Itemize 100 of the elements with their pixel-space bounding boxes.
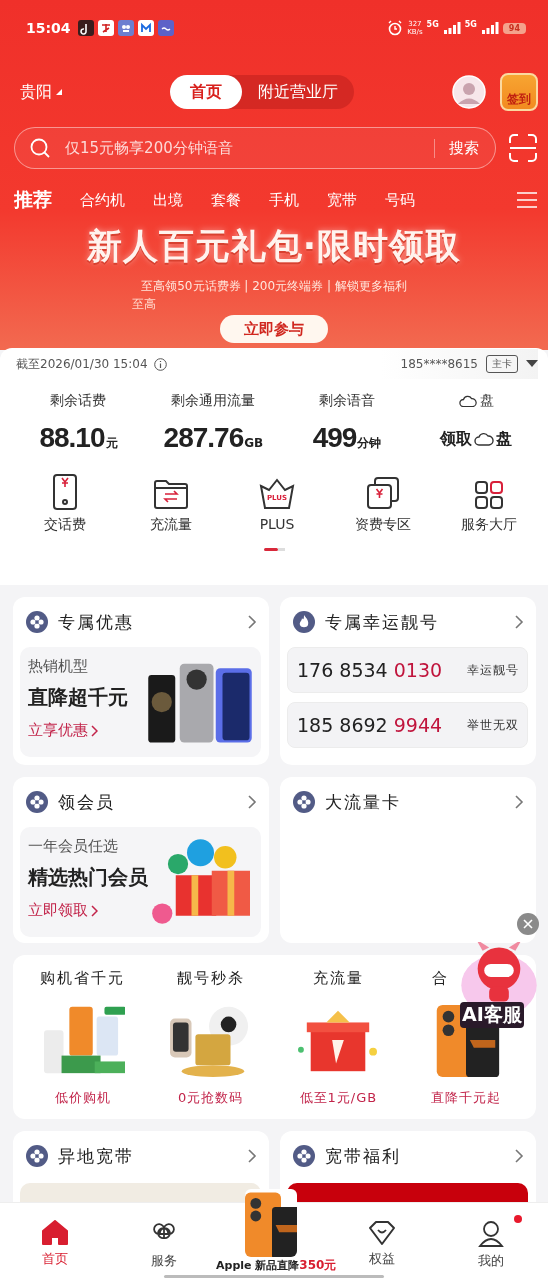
search-button[interactable]: 搜索 bbox=[434, 138, 479, 158]
grid-icon[interactable] bbox=[474, 480, 504, 510]
category-tab[interactable]: 宽带 bbox=[327, 190, 357, 210]
balance-label: 剩余语音 bbox=[319, 392, 376, 410]
chevron-right-icon[interactable] bbox=[247, 614, 257, 630]
phone-number: 176 8534 0130 bbox=[297, 659, 444, 681]
home-icon bbox=[40, 1220, 69, 1246]
deal-caption[interactable]: 低至1元/GB bbox=[299, 1089, 378, 1107]
balance-label: 剩余话费 bbox=[50, 392, 107, 410]
phone-number: 185 8692 9944 bbox=[297, 714, 444, 736]
shortcut-label[interactable]: 交话费 bbox=[44, 516, 86, 534]
promo-headline: 直降超千元 bbox=[28, 684, 129, 711]
number-option[interactable]: 176 8534 0130 幸运靓号 bbox=[287, 647, 528, 693]
balance-label: 盘 bbox=[479, 392, 494, 410]
chevron-right-icon[interactable] bbox=[91, 904, 98, 917]
scan-icon[interactable] bbox=[508, 133, 538, 163]
balance-value: 287.76 bbox=[163, 422, 244, 454]
timestamp: 截至2026/01/30 15:04 bbox=[16, 355, 148, 373]
menu-icon[interactable] bbox=[516, 191, 538, 209]
card-title: 大流量卡 bbox=[325, 790, 402, 814]
person-icon bbox=[477, 1220, 506, 1248]
promo-caption[interactable]: Apple 新品直降350元 bbox=[216, 1259, 337, 1272]
balance-unit: 元 bbox=[105, 436, 118, 452]
chevron-right-icon[interactable] bbox=[247, 794, 257, 810]
flower-icon bbox=[26, 611, 48, 633]
balance-unit: 分钟 bbox=[357, 436, 382, 452]
balance-label: 剩余通用流量 bbox=[171, 392, 256, 410]
flower-icon bbox=[26, 791, 48, 813]
balance-value: 499 bbox=[312, 422, 357, 454]
promo-link[interactable]: 立享优惠 bbox=[28, 721, 88, 740]
chevron-right-icon[interactable] bbox=[514, 1148, 524, 1164]
gem-icon bbox=[368, 1220, 397, 1246]
deal-caption[interactable]: 0元抢数码 bbox=[178, 1089, 244, 1107]
app-notification-icon bbox=[137, 20, 154, 36]
category-tab[interactable]: 合约机 bbox=[80, 190, 125, 210]
chevron-right-icon[interactable] bbox=[514, 794, 524, 810]
category-tab[interactable]: 手机 bbox=[269, 190, 299, 210]
nav-tab[interactable]: 首页 bbox=[0, 1203, 110, 1280]
banner-subtitle: 至高领50元话费券 | 200元终端券 | 解锁更多福利 bbox=[140, 278, 408, 295]
number-note: 幸运靓号 bbox=[467, 661, 519, 679]
number-option[interactable]: 185 8692 9944 举世无双 bbox=[287, 702, 528, 748]
folder-icon[interactable] bbox=[153, 478, 189, 510]
card-title: 领会员 bbox=[58, 790, 116, 814]
category-tab[interactable]: 套餐 bbox=[211, 190, 241, 210]
shortcut-label[interactable]: 充流量 bbox=[150, 516, 192, 534]
close-icon[interactable] bbox=[517, 913, 539, 935]
category-tab[interactable]: 推荐 bbox=[14, 187, 52, 213]
app-notification-icon bbox=[77, 20, 94, 36]
number-note: 举世无双 bbox=[467, 716, 519, 734]
card-tag: 主卡 bbox=[486, 355, 518, 373]
avatar-icon[interactable] bbox=[452, 75, 486, 109]
phone-number[interactable]: 185****8615 bbox=[400, 357, 478, 371]
clock-time: 15:04 bbox=[26, 20, 71, 36]
chevron-right-icon[interactable] bbox=[91, 724, 98, 737]
card-title: 宽带福利 bbox=[325, 1144, 402, 1168]
deal-title[interactable]: 购机省千元 bbox=[40, 969, 126, 987]
balance-value: 88.10 bbox=[39, 422, 105, 454]
deal-title[interactable]: 靓号秒杀 bbox=[176, 969, 245, 987]
signal-icon bbox=[442, 22, 461, 34]
category-tab[interactable]: 号码 bbox=[385, 190, 415, 210]
flower-icon bbox=[293, 1145, 315, 1167]
city-selector[interactable]: 贵阳 bbox=[20, 81, 52, 103]
promo-link[interactable]: 立即领取 bbox=[28, 901, 88, 920]
dropdown-icon[interactable] bbox=[526, 360, 538, 368]
stacked-cards-icon[interactable] bbox=[366, 476, 400, 510]
shortcut-label[interactable]: PLUS bbox=[259, 516, 295, 532]
deal-title[interactable]: 合 bbox=[432, 969, 450, 987]
deal-caption[interactable]: 低价购机 bbox=[54, 1089, 111, 1107]
app-notification-icon bbox=[97, 20, 114, 36]
tab[interactable]: 首页 bbox=[170, 75, 242, 109]
nav-tab[interactable]: 我的 bbox=[436, 1203, 546, 1280]
tab[interactable]: 附近营业厅 bbox=[242, 75, 354, 109]
dropdown-icon[interactable] bbox=[56, 89, 62, 95]
info-icon[interactable] bbox=[153, 357, 167, 371]
cloud-icon bbox=[474, 432, 495, 446]
shortcut-label[interactable]: 服务大厅 bbox=[461, 516, 517, 534]
cloud-icon bbox=[458, 394, 477, 408]
promo-headline: 精选热门会员 bbox=[28, 864, 148, 891]
signal-icon bbox=[480, 22, 499, 34]
flower-icon bbox=[26, 1145, 48, 1167]
flower-icon bbox=[293, 791, 315, 813]
claim-link[interactable]: 领取 盘 bbox=[440, 422, 513, 456]
join-button[interactable]: 立即参与 bbox=[220, 315, 328, 343]
flame-icon bbox=[293, 611, 315, 633]
app-notification-icon bbox=[117, 20, 134, 36]
deal-title[interactable]: 充流量 bbox=[312, 969, 364, 987]
banner-subtitle: 至高 bbox=[131, 296, 157, 313]
shortcut-label[interactable]: 资费专区 bbox=[355, 516, 411, 534]
deal-caption[interactable]: 直降千元起 bbox=[431, 1089, 502, 1107]
banner-title: 新人百元礼包·限时领取 bbox=[85, 225, 463, 268]
notification-dot bbox=[514, 1215, 522, 1223]
chevron-right-icon[interactable] bbox=[247, 1148, 257, 1164]
network-type: 5G bbox=[464, 20, 477, 29]
search-field[interactable]: 仅15元畅享200分钟语音 搜索 bbox=[14, 127, 496, 169]
chevron-right-icon[interactable] bbox=[514, 614, 524, 630]
network-type: 5G bbox=[426, 20, 439, 29]
search-icon[interactable] bbox=[29, 137, 51, 159]
category-tab[interactable]: 出境 bbox=[153, 190, 183, 210]
ai-service-button[interactable]: AI客服 bbox=[458, 942, 538, 1034]
app-notification-icon bbox=[157, 20, 174, 36]
